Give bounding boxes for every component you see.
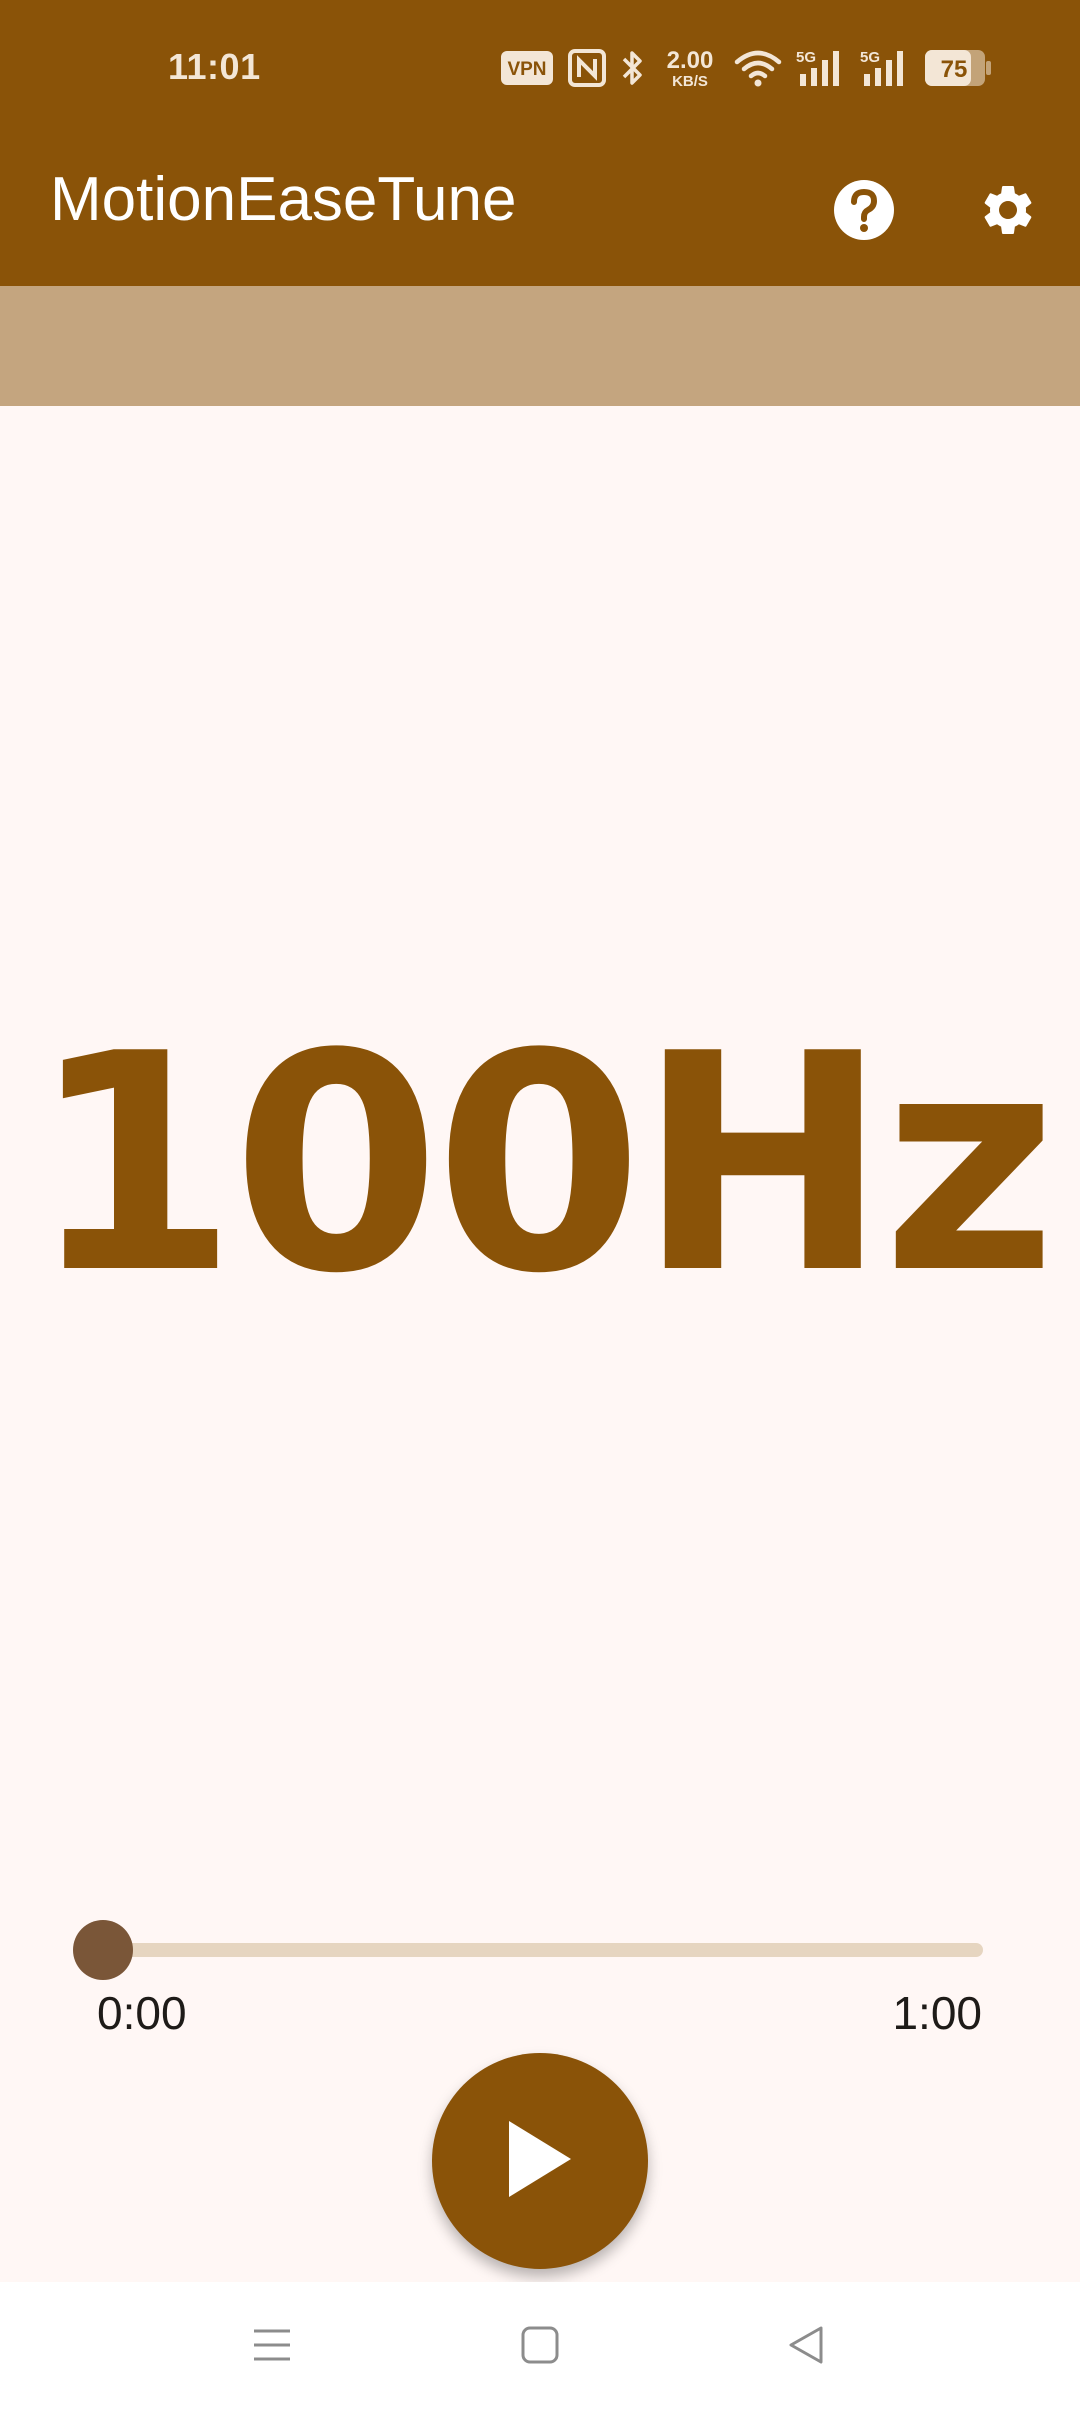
help-icon bbox=[833, 179, 895, 245]
bluetooth-icon bbox=[620, 48, 646, 88]
vpn-icon: VPN bbox=[500, 50, 554, 86]
battery-icon: 75 bbox=[924, 49, 992, 87]
seek-bar[interactable] bbox=[103, 1943, 983, 1957]
banner-area bbox=[0, 286, 1080, 406]
current-time: 0:00 bbox=[97, 1987, 187, 2039]
nav-home-button[interactable] bbox=[505, 2312, 575, 2382]
nfc-icon bbox=[568, 49, 606, 87]
app-bar: MotionEaseTune bbox=[0, 138, 1080, 286]
app-title: MotionEaseTune bbox=[50, 165, 517, 234]
seek-thumb[interactable] bbox=[73, 1920, 133, 1980]
navigation-bar bbox=[0, 2282, 1080, 2412]
net-speed: 2.00 KB/S bbox=[660, 46, 720, 90]
wifi-icon bbox=[734, 48, 782, 88]
svg-text:75: 75 bbox=[941, 56, 968, 83]
home-icon bbox=[520, 2325, 560, 2369]
svg-text:VPN: VPN bbox=[507, 59, 546, 80]
back-icon bbox=[786, 2325, 826, 2369]
total-time: 1:00 bbox=[892, 1987, 982, 2039]
status-icons: VPN 2.00 KB/S 5G 5G 75 bbox=[500, 44, 992, 92]
svg-text:5G: 5G bbox=[860, 49, 880, 66]
signal-5g-icon: 5G bbox=[860, 48, 910, 88]
svg-text:5G: 5G bbox=[796, 49, 816, 66]
frequency-display: 100Hz bbox=[29, 990, 1057, 1339]
gear-icon bbox=[978, 180, 1038, 244]
recents-icon bbox=[252, 2325, 292, 2369]
play-button[interactable] bbox=[432, 2053, 648, 2269]
play-icon bbox=[505, 2117, 575, 2205]
settings-button[interactable] bbox=[963, 167, 1053, 257]
nav-back-button[interactable] bbox=[771, 2312, 841, 2382]
status-time: 11:01 bbox=[168, 46, 261, 87]
svg-text:2.00: 2.00 bbox=[667, 47, 714, 74]
status-bar: 11:01 VPN 2.00 KB/S 5G 5G 75 bbox=[0, 0, 1080, 138]
help-button[interactable] bbox=[819, 167, 909, 257]
signal-5g-icon: 5G bbox=[796, 48, 846, 88]
nav-recents-button[interactable] bbox=[237, 2312, 307, 2382]
svg-text:KB/S: KB/S bbox=[672, 73, 708, 90]
